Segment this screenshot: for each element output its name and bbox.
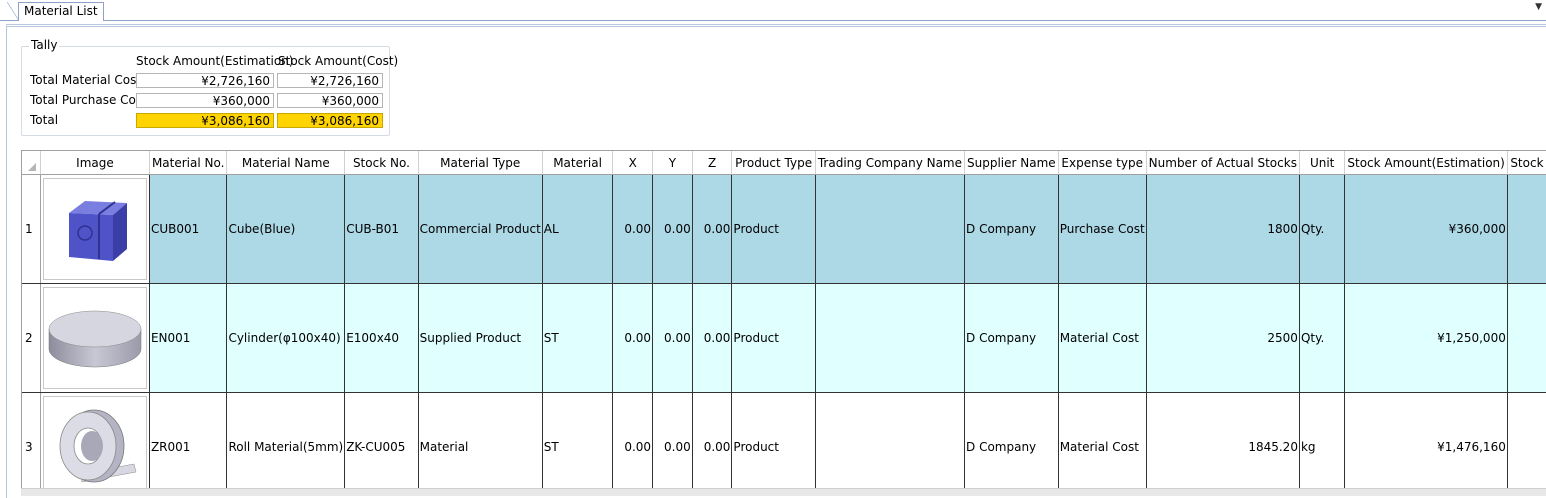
column-header-material-type[interactable]: Material Type (418, 151, 543, 175)
tally-label-total: Total (30, 113, 59, 127)
cell-x[interactable]: 0.00 (612, 174, 654, 284)
cell-trading-company[interactable] (815, 174, 966, 284)
column-header-x[interactable]: X (612, 151, 654, 175)
column-header-stock[interactable]: Stock (1507, 151, 1546, 175)
cell-actual-stocks[interactable]: 1845.20 (1146, 392, 1300, 489)
cell-trading-company[interactable] (815, 392, 966, 489)
column-header-material-name[interactable]: Material Name (226, 151, 346, 175)
row-image (40, 283, 150, 393)
row-index[interactable]: 1 (22, 174, 41, 284)
tally-label-material-cost: Total Material Cost (30, 73, 142, 87)
cell-material-name[interactable]: Cube(Blue) (226, 174, 346, 284)
cell-expense-type[interactable]: Material Cost (1058, 283, 1147, 393)
cell-x[interactable]: 0.00 (612, 283, 654, 393)
tally-total-cost: ¥3,086,160 (277, 113, 383, 128)
cell-product-type[interactable]: Product (731, 283, 816, 393)
cell-material-no[interactable]: CUB001 (149, 174, 228, 284)
cell-stock-no[interactable]: E100x40 (344, 283, 419, 393)
tally-legend: Tally (29, 38, 60, 52)
cell-stock[interactable] (1507, 392, 1546, 489)
tab-strip: Material List ▼ (0, 0, 1546, 21)
cell-supplier[interactable]: D Company (964, 392, 1059, 489)
tally-header-estimation: Stock Amount(Estimation) (136, 54, 294, 68)
tab-label: Material List (24, 4, 98, 18)
cell-z[interactable]: 0.00 (692, 392, 733, 489)
cell-stock-amount-estimation[interactable]: ¥360,000 (1344, 174, 1508, 284)
column-header-material-no[interactable]: Material No. (149, 151, 228, 175)
cell-material-type[interactable]: Commercial Product (418, 174, 543, 284)
roll-material-icon (42, 396, 147, 489)
cell-z[interactable]: 0.00 (692, 174, 733, 284)
cell-y[interactable]: 0.00 (652, 392, 693, 489)
column-header-unit[interactable]: Unit (1299, 151, 1346, 175)
column-header-expense-type[interactable]: Expense type (1058, 151, 1147, 175)
table-row[interactable]: 3 ZR001 Roll Material(5mm) ZK-CU005 Mate… (22, 392, 1546, 489)
cell-expense-type[interactable]: Material Cost (1058, 392, 1147, 489)
tally-label-purchase-cost: Total Purchase Cost (30, 93, 147, 107)
cell-actual-stocks[interactable]: 2500 (1146, 283, 1300, 393)
blue-cube-icon (42, 178, 147, 280)
column-header-stock-no[interactable]: Stock No. (344, 151, 419, 175)
cell-unit[interactable]: kg (1299, 392, 1346, 489)
cell-material-type[interactable]: Supplied Product (418, 283, 543, 393)
column-header-z[interactable]: Z (692, 151, 733, 175)
column-header-image[interactable]: Image (40, 151, 150, 175)
cell-material[interactable]: AL (542, 174, 614, 284)
column-header-actual-stocks[interactable]: Number of Actual Stocks (1146, 151, 1300, 175)
cell-trading-company[interactable] (815, 283, 966, 393)
cell-stock-no[interactable]: CUB-B01 (344, 174, 419, 284)
cell-y[interactable]: 0.00 (652, 283, 693, 393)
tally-material-cost-estimation: ¥2,726,160 (136, 73, 274, 88)
cell-supplier[interactable]: D Company (964, 174, 1059, 284)
cell-material[interactable]: ST (542, 392, 614, 489)
cell-stock-amount-estimation[interactable]: ¥1,250,000 (1344, 283, 1508, 393)
cell-material-type[interactable]: Material (418, 392, 543, 489)
tab-material-list[interactable]: Material List (7, 2, 104, 21)
cell-stock[interactable] (1507, 283, 1546, 393)
column-header-stock-amount-estimation[interactable]: Stock Amount(Estimation) (1344, 151, 1508, 175)
column-header-trading-company[interactable]: Trading Company Name (815, 151, 966, 175)
cell-unit[interactable]: Qty. (1299, 174, 1346, 284)
tally-header-cost: Stock Amount(Cost) (278, 54, 399, 68)
cell-material-no[interactable]: EN001 (149, 283, 228, 393)
cell-actual-stocks[interactable]: 1800 (1146, 174, 1300, 284)
cell-supplier[interactable]: D Company (964, 283, 1059, 393)
row-image (40, 174, 150, 284)
cell-stock-amount-estimation[interactable]: ¥1,476,160 (1344, 392, 1508, 489)
row-index[interactable]: 2 (22, 283, 41, 393)
row-index[interactable]: 3 (22, 392, 41, 489)
row-image (40, 392, 150, 489)
cell-stock-no[interactable]: ZK-CU005 (344, 392, 419, 489)
table-row[interactable]: 2 EN001 Cylinder(φ100x40) E100x40 Suppli… (22, 283, 1546, 393)
table-row[interactable]: 1 CUB001 Cube(Blue) CUB-B01 Commercial P… (22, 174, 1546, 284)
tab-dropdown-icon[interactable]: ▼ (1535, 2, 1542, 12)
cell-material-no[interactable]: ZR001 (149, 392, 228, 489)
column-header-material[interactable]: Material (542, 151, 614, 175)
cell-y[interactable]: 0.00 (652, 174, 693, 284)
cylinder-icon (42, 287, 147, 389)
tally-purchase-cost-estimation: ¥360,000 (136, 93, 274, 108)
column-header-product-type[interactable]: Product Type (731, 151, 816, 175)
cell-material[interactable]: ST (542, 283, 614, 393)
cell-expense-type[interactable]: Purchase Cost (1058, 174, 1147, 284)
select-all-corner[interactable] (22, 151, 41, 175)
cell-product-type[interactable]: Product (731, 174, 816, 284)
cell-material-name[interactable]: Cylinder(φ100x40) (226, 283, 346, 393)
cell-stock[interactable] (1507, 174, 1546, 284)
column-header-supplier[interactable]: Supplier Name (964, 151, 1059, 175)
cell-x[interactable]: 0.00 (612, 392, 654, 489)
cell-product-type[interactable]: Product (731, 392, 816, 489)
grid-header-row: Image Material No. Material Name Stock N… (22, 151, 1546, 175)
cell-unit[interactable]: Qty. (1299, 283, 1346, 393)
tally-material-cost-cost: ¥2,726,160 (277, 73, 383, 88)
cell-material-name[interactable]: Roll Material(5mm) (226, 392, 346, 489)
column-header-y[interactable]: Y (652, 151, 693, 175)
cell-z[interactable]: 0.00 (692, 283, 733, 393)
tally-total-estimation: ¥3,086,160 (136, 113, 274, 128)
material-grid[interactable]: Image Material No. Material Name Stock N… (21, 150, 1546, 490)
tally-purchase-cost-cost: ¥360,000 (277, 93, 383, 108)
